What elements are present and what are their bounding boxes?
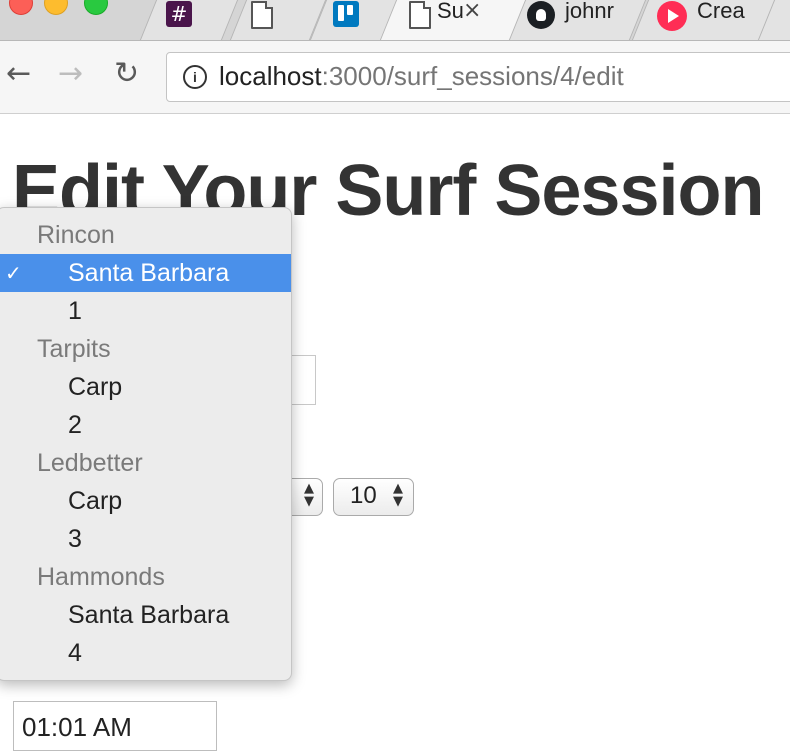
minimize-window-button[interactable]	[44, 0, 68, 15]
checkmark-icon: ✓	[5, 261, 22, 285]
browser-toolbar: ← → ↻ i localhost:3000/surf_sessions/4/e…	[0, 41, 790, 114]
document-icon	[251, 1, 273, 29]
dropdown-option[interactable]: Santa Barbara	[0, 596, 291, 634]
dropdown-option[interactable]: 4	[0, 634, 291, 672]
zoom-window-button[interactable]	[84, 0, 108, 15]
optgroup-label: Ledbetter	[37, 449, 143, 477]
time-field[interactable]: 01:01 AM	[13, 701, 217, 751]
minute-select-value: 10	[350, 482, 377, 509]
tab-title: johnr	[565, 0, 614, 23]
close-tab-icon[interactable]: ×	[463, 0, 481, 23]
tab-strip: # Su × johnr Crea	[0, 0, 790, 41]
option-label: Santa Barbara	[68, 259, 230, 287]
dropdown-option[interactable]: Carp	[0, 368, 291, 406]
dropdown-option[interactable]: 3	[0, 520, 291, 558]
optgroup-label: Rincon	[37, 221, 115, 249]
tab-creative[interactable]: Crea	[631, 0, 779, 40]
back-arrow-icon[interactable]: ←	[6, 57, 31, 91]
github-icon	[527, 1, 555, 29]
url-path: :3000/surf_sessions/4/edit	[321, 61, 624, 91]
optgroup-label: Tarpits	[37, 335, 111, 363]
tab-title: Crea	[697, 0, 745, 23]
url-host: localhost	[219, 61, 322, 91]
time-field-value: 01:01 AM	[22, 712, 132, 742]
close-window-button[interactable]	[9, 0, 33, 15]
tab-slack[interactable]: #	[139, 0, 239, 40]
document-icon	[409, 1, 431, 29]
optgroup-label: Hammonds	[37, 563, 165, 591]
dropdown-option-selected[interactable]: ✓ Santa Barbara	[0, 254, 291, 292]
dropdown-option[interactable]: Carp	[0, 482, 291, 520]
info-icon[interactable]: i	[183, 65, 207, 89]
creative-app-icon	[657, 1, 687, 31]
tab-github[interactable]: johnr	[503, 0, 647, 40]
dropdown-option[interactable]: 2	[0, 406, 291, 444]
forward-arrow-icon[interactable]: →	[58, 57, 83, 91]
tab-surf-session[interactable]: Su ×	[379, 0, 527, 40]
minute-select[interactable]: 10 ▲ ▼	[333, 478, 414, 516]
location-dropdown: Rincon ✓ Santa Barbara 1 Tarpits Carp 2 …	[0, 207, 292, 681]
reload-icon[interactable]: ↻	[114, 57, 139, 91]
stepper-arrows-icon: ▲ ▼	[304, 481, 314, 509]
url-text[interactable]: localhost:3000/surf_sessions/4/edit	[219, 61, 624, 92]
tab-title: Su	[437, 0, 464, 23]
dropdown-option[interactable]: 1	[0, 292, 291, 330]
stepper-arrows-icon: ▲ ▼	[393, 481, 403, 509]
slack-icon: #	[166, 1, 192, 27]
trello-icon	[333, 1, 359, 27]
address-bar[interactable]: i localhost:3000/surf_sessions/4/edit	[166, 52, 790, 102]
